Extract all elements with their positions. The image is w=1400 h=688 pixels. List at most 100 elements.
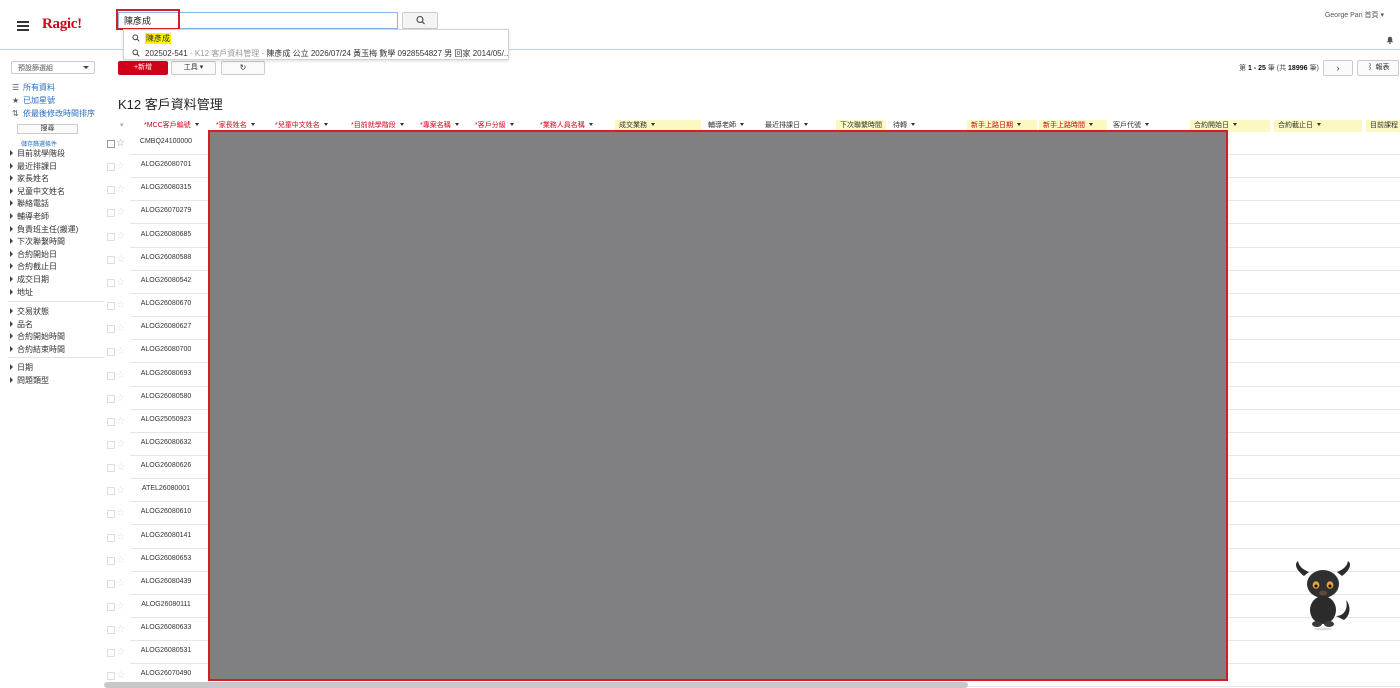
record-id-cell[interactable]: ALOG26080531 [130, 647, 202, 654]
star-icon[interactable]: ☆ [116, 509, 125, 519]
record-id-cell[interactable]: ALOG26070490 [130, 670, 202, 677]
star-icon[interactable]: ☆ [116, 555, 125, 566]
row-checkbox[interactable] [107, 510, 115, 519]
chevron-down-icon[interactable] [399, 123, 404, 126]
chevron-down-icon[interactable] [323, 123, 328, 126]
star-icon[interactable]: ☆ [116, 370, 125, 381]
star-icon[interactable]: ☆ [116, 277, 125, 288]
record-id-cell[interactable]: ALOG26080693 [130, 370, 202, 377]
row-checkbox[interactable] [107, 163, 115, 172]
mascot-character-icon[interactable] [1290, 558, 1356, 632]
tools-button[interactable]: 工具 ▾ [171, 61, 216, 75]
record-id-cell[interactable]: ALOG26080111 [130, 601, 202, 608]
star-icon[interactable]: ☆ [116, 416, 125, 427]
star-icon[interactable]: ☆ [116, 625, 125, 635]
add-record-button[interactable]: +新增 [118, 61, 168, 75]
chevron-down-icon[interactable] [804, 123, 808, 126]
next-page-button[interactable]: › [1323, 60, 1353, 76]
row-checkbox[interactable] [107, 232, 115, 241]
chevron-down-icon[interactable] [1317, 123, 1321, 126]
column-header[interactable]: 目前課程 [1366, 120, 1400, 132]
column-header[interactable]: 合約截止日 [1274, 120, 1362, 132]
record-id-cell[interactable]: ALOG26080700 [130, 346, 202, 353]
star-icon[interactable]: ☆ [116, 648, 125, 658]
sidebar-filter-item[interactable]: 地址 [10, 287, 33, 298]
chevron-down-icon[interactable] [509, 123, 514, 126]
row-checkbox[interactable] [107, 186, 115, 195]
row-checkbox[interactable] [107, 278, 115, 287]
row-checkbox[interactable] [107, 556, 115, 565]
sidebar-filter-item[interactable]: 合約截止日 [10, 261, 57, 272]
sidebar-filter-item[interactable]: 品名 [10, 319, 33, 330]
row-checkbox[interactable] [107, 394, 115, 403]
row-checkbox[interactable] [107, 464, 115, 473]
row-checkbox[interactable] [107, 487, 115, 496]
menu-icon[interactable] [17, 21, 29, 31]
column-header[interactable]: *MCC客戶編號 [140, 120, 210, 132]
row-checkbox[interactable] [107, 626, 115, 635]
sidebar-filter-item[interactable]: 負責班主任(搬運) [10, 224, 78, 235]
record-id-cell[interactable]: ALOG26080670 [130, 300, 202, 307]
record-id-cell[interactable]: ALOG26080701 [130, 161, 202, 168]
global-search-box[interactable] [118, 12, 398, 29]
star-icon[interactable]: ☆ [116, 578, 125, 589]
row-checkbox[interactable] [107, 533, 115, 542]
sidebar-filter-item[interactable]: 家長姓名 [10, 173, 49, 184]
notification-bell-icon[interactable] [1386, 36, 1394, 44]
row-checkbox[interactable] [107, 417, 115, 426]
star-icon[interactable]: ☆ [116, 208, 125, 218]
chevron-down-icon[interactable] [1233, 123, 1237, 126]
row-checkbox[interactable] [107, 255, 115, 264]
chevron-down-icon[interactable] [194, 123, 199, 126]
row-checkbox[interactable] [107, 209, 115, 218]
record-id-cell[interactable]: ALOG26070279 [130, 207, 202, 214]
record-id-cell[interactable]: ALOG26080632 [130, 439, 202, 446]
filter-set-select[interactable]: 預設篩選組 [11, 61, 95, 74]
chevron-down-icon[interactable] [911, 123, 915, 126]
star-icon[interactable]: ☆ [116, 671, 125, 681]
row-checkbox[interactable] [107, 348, 115, 357]
record-id-cell[interactable]: CMBQ24100000 [130, 138, 202, 145]
sidebar-filter-item[interactable]: 合約結束時間 [10, 344, 65, 355]
row-checkbox[interactable] [107, 302, 115, 311]
sidebar-filter-item[interactable]: 日期 [10, 362, 33, 373]
sidebar-filter-item[interactable]: 合約開始時間 [10, 331, 65, 342]
chevron-down-icon[interactable] [1089, 123, 1093, 126]
star-icon[interactable]: ☆ [116, 532, 125, 543]
search-button[interactable] [402, 12, 438, 29]
sidebar-filter-item[interactable]: 兒童中文姓名 [10, 186, 65, 197]
record-id-cell[interactable]: ALOG26080580 [130, 393, 202, 400]
row-checkbox[interactable] [107, 371, 115, 380]
sidebar-search-button[interactable]: 搜尋 [17, 124, 78, 134]
sidebar-link-all[interactable]: ☰ 所有資料 [12, 82, 55, 93]
sidebar-filter-item[interactable]: 問題類型 [10, 375, 49, 386]
row-checkbox[interactable] [107, 603, 115, 611]
suggestion-keyword[interactable]: 陳彥成 [124, 31, 508, 45]
chevron-down-icon[interactable] [740, 123, 744, 126]
row-checkbox[interactable] [107, 140, 115, 148]
chevron-down-icon[interactable] [651, 123, 655, 126]
record-id-cell[interactable]: ATEL26080001 [130, 485, 202, 492]
chevron-down-icon[interactable] [1145, 123, 1149, 126]
star-icon[interactable]: ☆ [116, 254, 125, 265]
save-filter-link[interactable]: 儲存篩選條件 [21, 139, 57, 148]
star-icon[interactable]: ☆ [116, 162, 125, 172]
star-icon[interactable]: ☆ [116, 347, 125, 357]
star-icon[interactable]: ☆ [116, 139, 125, 149]
record-id-cell[interactable]: ALOG26080610 [130, 508, 202, 515]
sidebar-filter-item[interactable]: 目前就學階段 [10, 148, 65, 159]
global-search-input[interactable] [124, 14, 394, 27]
star-icon[interactable]: ☆ [116, 602, 125, 612]
star-icon[interactable]: ☆ [116, 185, 125, 195]
record-id-cell[interactable]: ALOG26080653 [130, 555, 202, 562]
record-id-cell[interactable]: ALOG26080542 [130, 277, 202, 284]
chevron-down-icon[interactable] [1017, 123, 1021, 126]
row-checkbox[interactable] [107, 325, 115, 334]
star-icon[interactable]: ☆ [116, 301, 125, 311]
sidebar-filter-item[interactable]: 合約開始日 [10, 249, 57, 260]
row-checkbox[interactable] [107, 440, 115, 449]
record-id-cell[interactable]: ALOG26080588 [130, 254, 202, 261]
star-icon[interactable]: ☆ [116, 486, 125, 496]
record-id-cell[interactable]: ALOG26080626 [130, 462, 202, 469]
sidebar-filter-item[interactable]: 聯絡電話 [10, 198, 49, 209]
